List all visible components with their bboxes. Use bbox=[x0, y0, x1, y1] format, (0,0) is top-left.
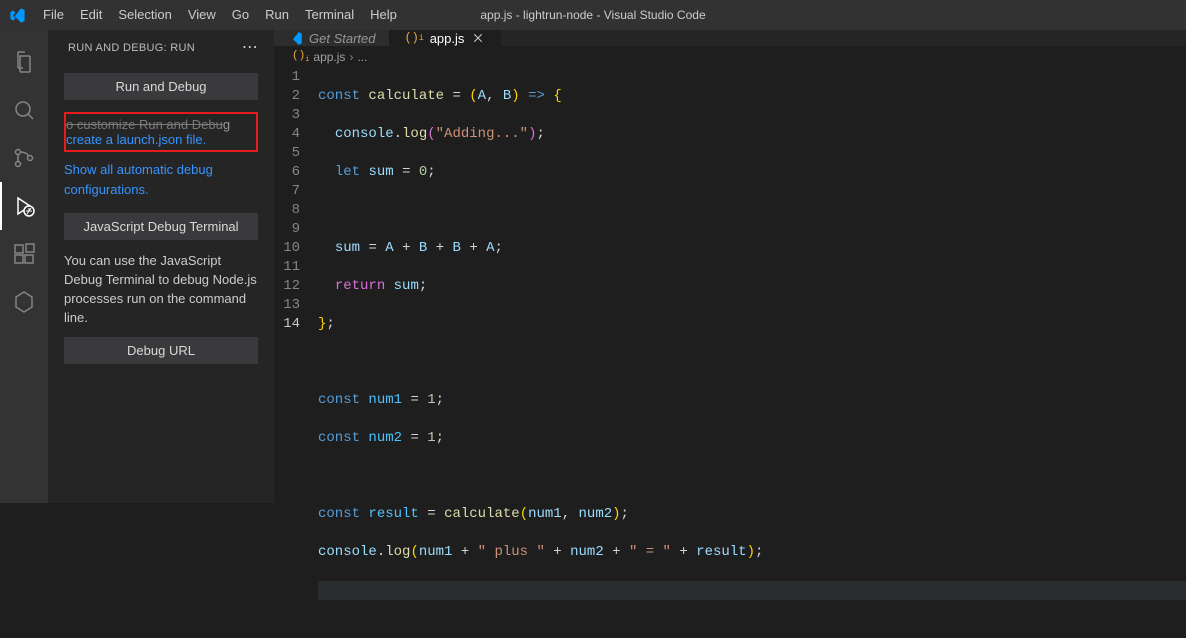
extensions-icon[interactable] bbox=[0, 230, 48, 278]
js-braces-icon: ()i bbox=[292, 50, 309, 64]
search-icon[interactable] bbox=[0, 86, 48, 134]
explorer-icon[interactable] bbox=[0, 38, 48, 86]
vscode-small-icon bbox=[288, 31, 303, 46]
chevron-right-icon: › bbox=[349, 50, 353, 64]
sidebar: RUN AND DEBUG: RUN ⋯ Run and Debug o cus… bbox=[48, 30, 274, 503]
customize-text-suf: g bbox=[223, 117, 230, 132]
show-all-configs-link[interactable]: Show all automatic debug configurations. bbox=[64, 160, 258, 199]
more-actions-icon[interactable]: ⋯ bbox=[242, 40, 258, 56]
line-num: 8 bbox=[274, 201, 300, 220]
close-tab-icon[interactable] bbox=[470, 30, 486, 46]
js-braces-icon: ()i bbox=[404, 31, 423, 45]
line-gutter: 1 2 3 4 5 6 7 8 9 10 11 12 13 14 bbox=[274, 68, 314, 638]
customize-text-pre: o customize Run and Debu bbox=[66, 117, 223, 132]
tab-label-get-started: Get Started bbox=[309, 31, 375, 46]
menu-edit[interactable]: Edit bbox=[72, 0, 110, 30]
code-editor[interactable]: 1 2 3 4 5 6 7 8 9 10 11 12 13 14 const c… bbox=[274, 68, 1186, 638]
line-num: 5 bbox=[274, 144, 300, 163]
menu-go[interactable]: Go bbox=[224, 0, 257, 30]
menu-terminal[interactable]: Terminal bbox=[297, 0, 362, 30]
breadcrumb[interactable]: ()i app.js › ... bbox=[274, 46, 1186, 68]
tab-get-started[interactable]: Get Started bbox=[274, 30, 390, 46]
menu-run[interactable]: Run bbox=[257, 0, 297, 30]
show-all-line1: Show all automatic debug bbox=[64, 162, 213, 177]
editor-area: Get Started ()i app.js ()i app.js › ... … bbox=[274, 30, 1186, 503]
vscode-logo-icon bbox=[0, 7, 35, 24]
js-debug-terminal-button[interactable]: JavaScript Debug Terminal bbox=[64, 213, 258, 240]
breadcrumb-tail: ... bbox=[357, 50, 367, 64]
tab-label-app-js: app.js bbox=[430, 31, 465, 46]
hex-icon[interactable] bbox=[0, 278, 48, 326]
line-num: 14 bbox=[274, 315, 300, 334]
sidebar-header: RUN AND DEBUG: RUN ⋯ bbox=[48, 30, 274, 65]
line-num: 10 bbox=[274, 239, 300, 258]
menu-file[interactable]: File bbox=[35, 0, 72, 30]
tab-bar: Get Started ()i app.js bbox=[274, 30, 1186, 46]
title-bar: File Edit Selection View Go Run Terminal… bbox=[0, 0, 1186, 30]
breadcrumb-file: app.js bbox=[313, 50, 345, 64]
line-num: 4 bbox=[274, 125, 300, 144]
show-all-line2: configurations. bbox=[64, 182, 149, 197]
line-num: 2 bbox=[274, 87, 300, 106]
activity-bar bbox=[0, 30, 48, 503]
menu-selection[interactable]: Selection bbox=[110, 0, 179, 30]
scm-icon[interactable] bbox=[0, 134, 48, 182]
customize-box: o customize Run and Debug create a launc… bbox=[64, 112, 258, 152]
tab-app-js[interactable]: ()i app.js bbox=[390, 30, 501, 46]
line-num: 1 bbox=[274, 68, 300, 87]
sidebar-title: RUN AND DEBUG: RUN bbox=[68, 42, 195, 54]
menu-bar: File Edit Selection View Go Run Terminal… bbox=[35, 0, 405, 30]
sidebar-body: Run and Debug o customize Run and Debug … bbox=[48, 65, 274, 384]
line-num: 12 bbox=[274, 277, 300, 296]
debug-url-button[interactable]: Debug URL bbox=[64, 337, 258, 364]
menu-help[interactable]: Help bbox=[362, 0, 405, 30]
create-launch-json-link[interactable]: create a launch.json file. bbox=[66, 132, 206, 147]
code-lines[interactable]: const calculate = (A, B) => { console.lo… bbox=[314, 68, 1186, 638]
run-debug-icon[interactable] bbox=[0, 182, 48, 230]
menu-view[interactable]: View bbox=[180, 0, 224, 30]
line-num: 11 bbox=[274, 258, 300, 277]
line-num: 9 bbox=[274, 220, 300, 239]
line-num: 6 bbox=[274, 163, 300, 182]
js-terminal-description: You can use the JavaScript Debug Termina… bbox=[64, 252, 258, 327]
line-num: 7 bbox=[274, 182, 300, 201]
line-num: 13 bbox=[274, 296, 300, 315]
line-num: 3 bbox=[274, 106, 300, 125]
run-and-debug-button[interactable]: Run and Debug bbox=[64, 73, 258, 100]
